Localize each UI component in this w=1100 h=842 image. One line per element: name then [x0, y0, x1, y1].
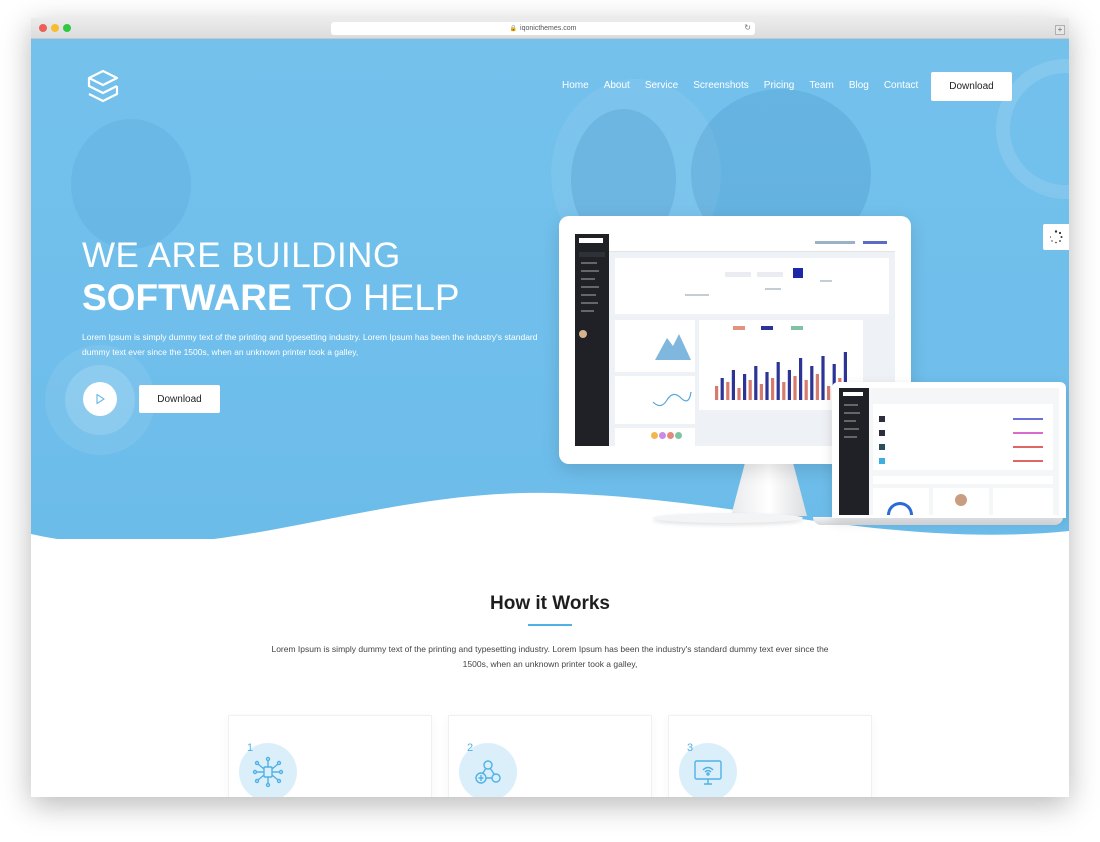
dashboard-bar — [759, 384, 763, 400]
hero-description: Lorem Ipsum is simply dummy text of the … — [82, 332, 538, 357]
dashboard-bar — [799, 358, 803, 400]
connection-icon — [475, 760, 501, 784]
dashboard-bar — [754, 366, 758, 400]
step-number: 2 — [467, 742, 474, 754]
background-person-silhouette — [71, 119, 191, 249]
nav-home[interactable]: Home — [562, 80, 589, 91]
url-text: iqonicthemes.com — [520, 25, 577, 32]
play-video-button[interactable] — [83, 382, 117, 416]
step-card-2: 2 — [448, 715, 652, 797]
hero-title-line1: WE ARE BUILDING — [82, 236, 401, 275]
dashboard-bar — [787, 370, 791, 400]
minimize-window-button[interactable] — [51, 24, 59, 32]
hero-download-button[interactable]: Download — [139, 385, 220, 413]
dashboard-bar — [782, 382, 786, 400]
dashboard-bar — [776, 362, 780, 400]
brand-logo-icon[interactable] — [83, 67, 123, 107]
laptop-card — [873, 488, 929, 515]
address-bar[interactable]: 🔒 iqonicthemes.com ↻ — [331, 22, 755, 35]
monitor-stand-base — [653, 513, 803, 523]
hero-title-line2: SOFTWARE TO HELP — [82, 277, 460, 319]
dashboard-line-card — [615, 376, 695, 424]
laptop-sidebar — [839, 388, 869, 515]
dashboard-bar — [726, 382, 730, 400]
dashboard-sidebar — [575, 234, 609, 446]
close-window-button[interactable] — [39, 24, 47, 32]
title-underline — [528, 624, 572, 626]
dashboard-bar — [715, 386, 719, 400]
dashboard-bar — [765, 372, 769, 400]
laptop-project-list — [873, 404, 1053, 470]
dashboard-topbar — [609, 234, 895, 252]
how-it-works-description: Lorem Ipsum is simply dummy text of the … — [271, 644, 829, 669]
lock-icon: 🔒 — [509, 26, 518, 32]
dashboard-bar — [748, 380, 752, 400]
dashboard-bar — [804, 380, 808, 400]
maximize-window-button[interactable] — [63, 24, 71, 32]
dashboard-bar — [810, 366, 814, 400]
dashboard-bar — [821, 356, 825, 400]
hero-title-bold: SOFTWARE — [82, 277, 292, 318]
laptop-mockup — [832, 382, 1066, 518]
browser-toolbar: 🔒 iqonicthemes.com ↻ + — [31, 18, 1069, 39]
nav-service[interactable]: Service — [645, 80, 678, 91]
dashboard-avatars-card — [615, 428, 695, 446]
how-it-works-title: How it Works — [490, 593, 610, 614]
nav-pricing[interactable]: Pricing — [764, 80, 795, 91]
spinner-icon — [1049, 230, 1063, 244]
nav-screenshots[interactable]: Screenshots — [693, 80, 749, 91]
hero-title-rest: TO HELP — [301, 277, 460, 318]
dashboard-bar — [827, 386, 831, 400]
new-tab-icon[interactable]: + — [1055, 25, 1065, 35]
laptop-card — [993, 488, 1053, 515]
nav-download-button[interactable]: Download — [931, 72, 1012, 101]
step-number: 1 — [247, 742, 254, 754]
dashboard-bar — [771, 378, 775, 400]
browser-window: 🔒 iqonicthemes.com ↻ + Home About Servic… — [31, 18, 1069, 797]
dashboard-bar — [720, 378, 724, 400]
main-nav: Home About Service Screenshots Pricing T… — [562, 80, 918, 91]
network-icon — [252, 756, 284, 788]
step-card-1: 1 — [228, 715, 432, 797]
laptop-dashboard-screenshot — [839, 388, 1059, 515]
dashboard-mountain-card — [615, 320, 695, 372]
step-card-3: 3 — [668, 715, 872, 797]
dashboard-bar — [731, 370, 735, 400]
step-number: 3 — [687, 742, 694, 754]
nav-about[interactable]: About — [604, 80, 630, 91]
nav-team[interactable]: Team — [809, 80, 833, 91]
reload-icon[interactable]: ↻ — [744, 23, 751, 32]
nav-blog[interactable]: Blog — [849, 80, 869, 91]
dashboard-bar — [743, 374, 747, 400]
laptop-base — [813, 517, 1063, 525]
settings-panel-toggle[interactable] — [1043, 224, 1069, 250]
laptop-card — [933, 488, 989, 515]
dashboard-bar — [737, 388, 741, 400]
dashboard-filter-panel — [615, 258, 889, 314]
dashboard-bar — [815, 374, 819, 400]
monitor-wifi-icon — [694, 760, 722, 785]
nav-contact[interactable]: Contact — [884, 80, 918, 91]
dashboard-bar — [793, 376, 797, 400]
play-icon — [96, 393, 105, 405]
